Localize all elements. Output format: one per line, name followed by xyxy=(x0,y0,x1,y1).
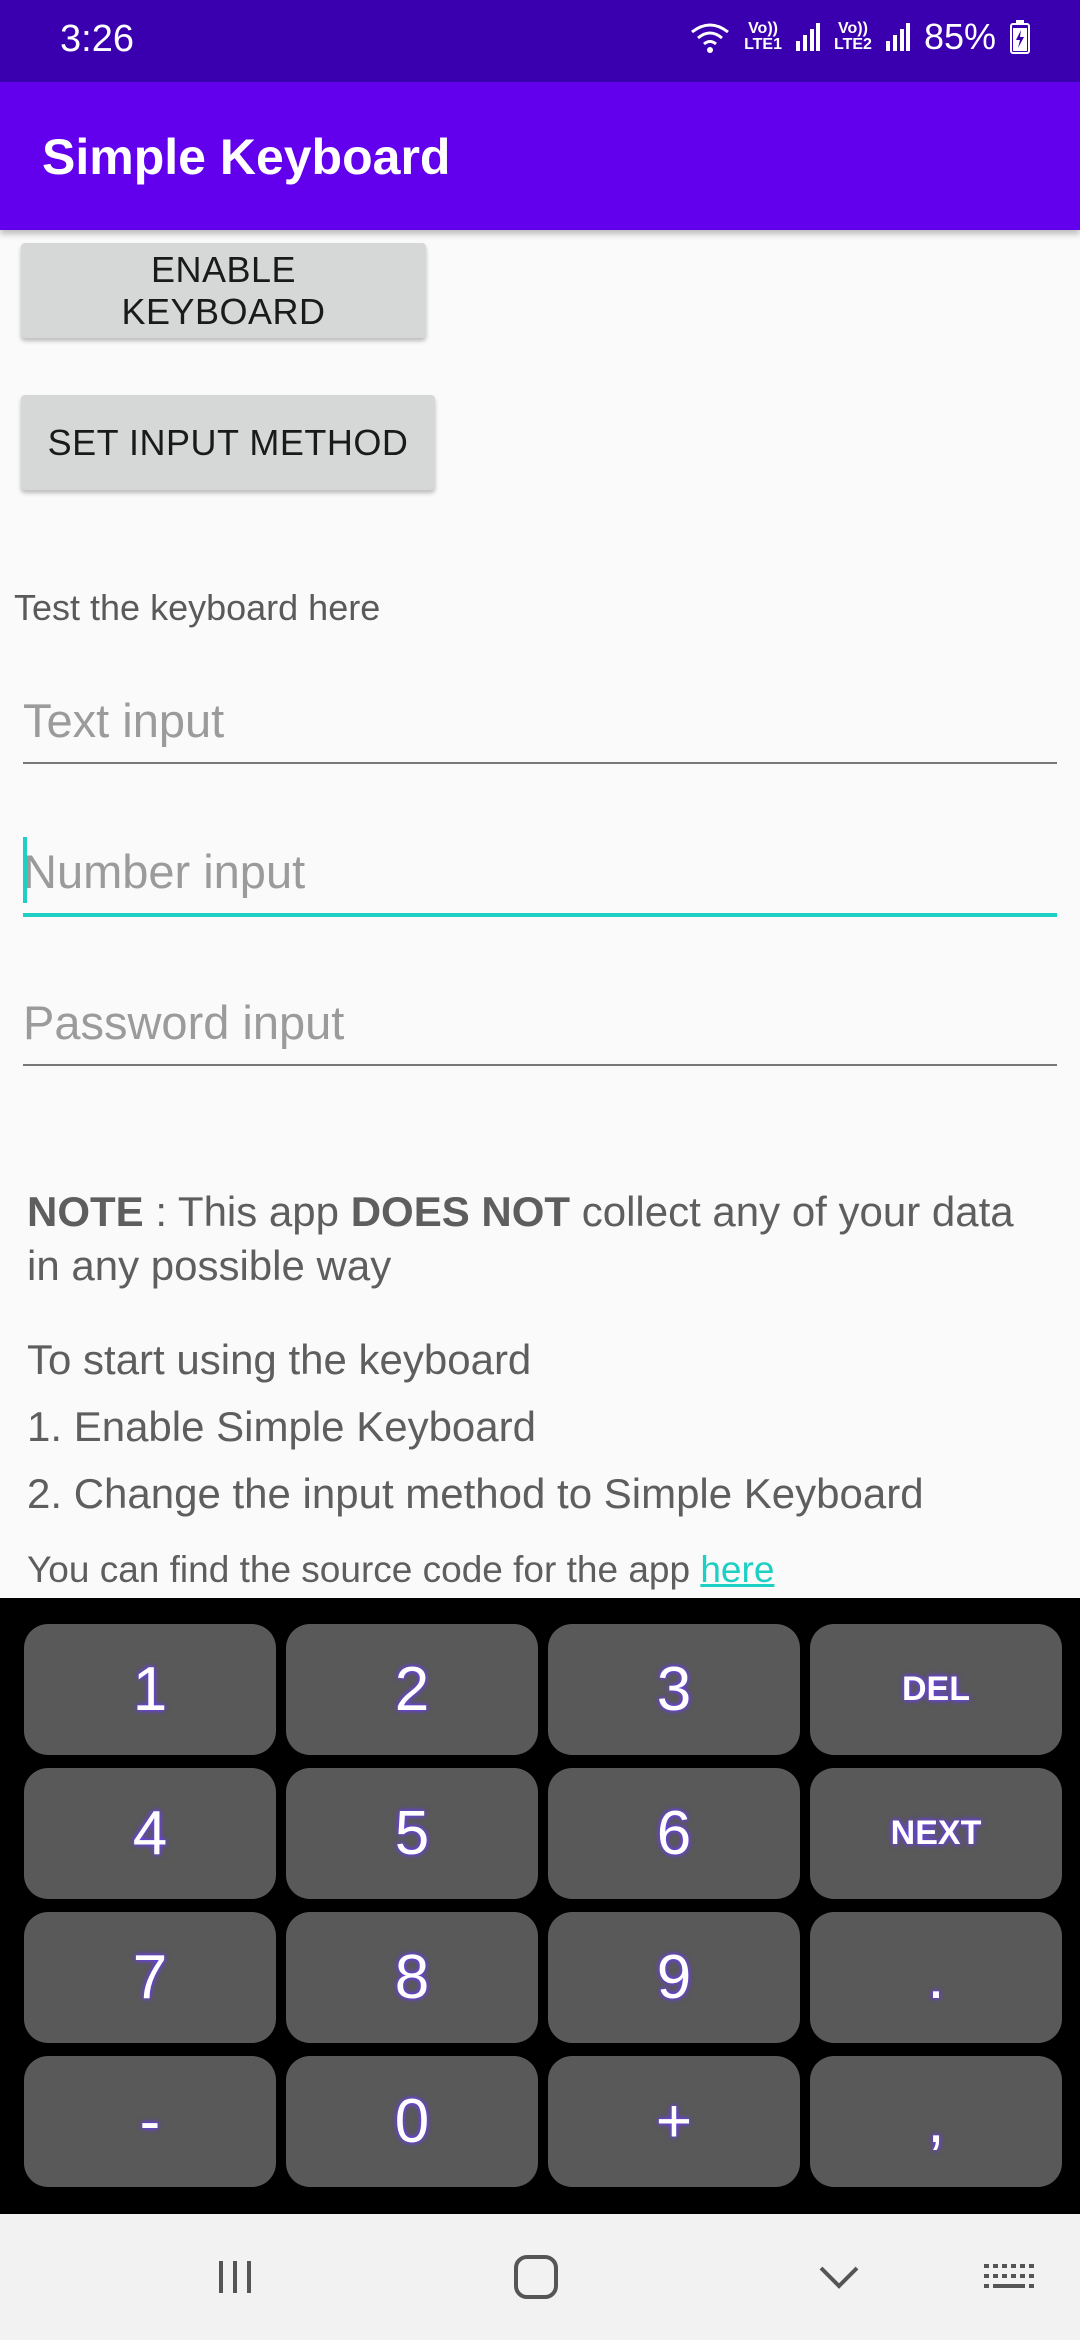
home-icon[interactable] xyxy=(501,2242,571,2312)
instructions: To start using the keyboard 1. Enable Si… xyxy=(27,1326,924,1527)
key-delete[interactable]: DEL xyxy=(810,1624,1062,1755)
text-input-field xyxy=(23,680,1057,764)
key-minus[interactable]: - xyxy=(24,2056,276,2187)
recents-icon[interactable] xyxy=(200,2242,270,2312)
number-input-field xyxy=(23,831,1057,917)
number-input[interactable] xyxy=(23,831,1057,911)
signal-icon xyxy=(885,23,910,51)
number-keyboard: 1 2 3 DEL 4 5 6 NEXT 7 8 9 . - 0 + , xyxy=(0,1598,1080,2214)
network-label: Vo)) xyxy=(748,20,778,37)
key-comma[interactable]: , xyxy=(810,2056,1062,2187)
instruction-step-2: 2. Change the input method to Simple Key… xyxy=(27,1470,924,1517)
network-label: LTE1 xyxy=(744,36,782,53)
note-label: NOTE xyxy=(27,1188,144,1235)
key-4[interactable]: 4 xyxy=(24,1768,276,1899)
privacy-note: NOTE : This app DOES NOT collect any of … xyxy=(27,1185,1047,1293)
instructions-intro: To start using the keyboard xyxy=(27,1336,532,1383)
network-label: Vo)) xyxy=(838,20,868,37)
status-icons: Vo)) LTE1 Vo)) LTE2 85% xyxy=(690,16,1030,58)
key-period[interactable]: . xyxy=(810,1912,1062,2043)
instruction-step-1: 1. Enable Simple Keyboard xyxy=(27,1403,536,1450)
back-icon[interactable] xyxy=(804,2242,874,2312)
test-keyboard-label: Test the keyboard here xyxy=(14,587,381,628)
password-input[interactable] xyxy=(23,982,1057,1062)
key-5[interactable]: 5 xyxy=(286,1768,538,1899)
text-input[interactable] xyxy=(23,680,1057,760)
network-indicator-2: Vo)) LTE2 xyxy=(834,21,872,53)
wifi-icon xyxy=(691,23,729,53)
key-9[interactable]: 9 xyxy=(548,1912,800,2043)
password-input-field xyxy=(23,982,1057,1066)
status-bar: 3:26 Vo)) LTE1 Vo)) LTE2 85% xyxy=(0,0,1080,82)
set-input-method-button[interactable]: SET INPUT METHOD xyxy=(21,395,435,490)
app-bar: Simple Keyboard xyxy=(0,82,1080,230)
key-6[interactable]: 6 xyxy=(548,1768,800,1899)
source-link[interactable]: here xyxy=(700,1549,774,1590)
text-cursor xyxy=(23,837,27,903)
keyboard-icon[interactable] xyxy=(973,2242,1043,2312)
battery-charging-icon xyxy=(1010,20,1030,54)
signal-icon xyxy=(796,23,820,51)
key-next[interactable]: NEXT xyxy=(810,1768,1062,1899)
key-0[interactable]: 0 xyxy=(286,2056,538,2187)
key-plus[interactable]: + xyxy=(548,2056,800,2187)
navigation-bar xyxy=(0,2214,1080,2340)
key-8[interactable]: 8 xyxy=(286,1912,538,2043)
enable-keyboard-button[interactable]: ENABLE KEYBOARD xyxy=(21,243,426,338)
source-text: You can find the source code for the app xyxy=(27,1549,701,1590)
status-time: 3:26 xyxy=(60,18,134,60)
note-text: : This app xyxy=(143,1188,351,1235)
note-emphasis: DOES NOT xyxy=(350,1188,571,1235)
key-1[interactable]: 1 xyxy=(24,1624,276,1755)
network-label: LTE2 xyxy=(834,36,872,53)
source-code-line: You can find the source code for the app… xyxy=(27,1549,774,1591)
key-2[interactable]: 2 xyxy=(286,1624,538,1755)
app-title: Simple Keyboard xyxy=(42,129,451,185)
key-7[interactable]: 7 xyxy=(24,1912,276,2043)
key-3[interactable]: 3 xyxy=(548,1624,800,1755)
network-indicator-1: Vo)) LTE1 xyxy=(744,21,782,53)
battery-percentage: 85% xyxy=(923,16,996,57)
